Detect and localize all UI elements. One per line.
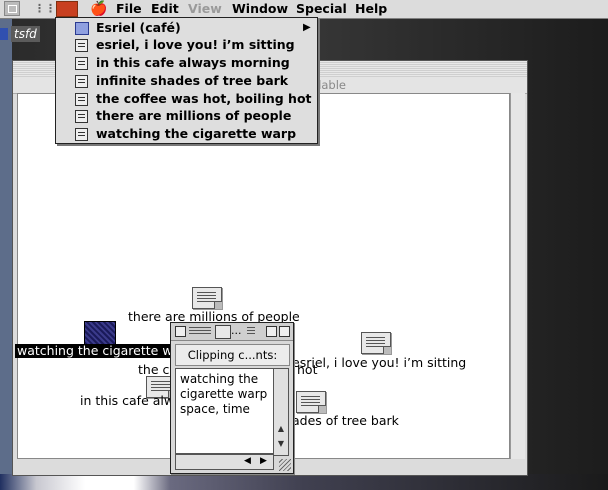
clipping-icon[interactable] [361,332,391,354]
clipping-label[interactable]: esriel, i love you! i’m sitting [292,356,466,370]
clipping-label[interactable]: ades of tree bark [292,414,399,428]
menu-item-label: the coffee was hot, boiling hot [96,91,312,106]
clipping-icon [75,110,88,123]
folder-icon [75,22,89,35]
titlebar-grip [247,327,255,336]
menu-item-clipping[interactable]: infinite shades of tree bark [56,72,317,90]
menu-item-clipping[interactable]: watching the cigarette warp [56,125,317,143]
clipping-window-body[interactable]: watching the cigarette warp space, time [175,368,274,454]
menu-item-clipping[interactable]: the coffee was hot, boiling hot [56,90,317,108]
close-box-icon[interactable] [175,326,186,337]
clipping-window: ... Clipping c...nts: text watching the … [170,322,294,474]
control-strip-icon[interactable]: ⋮⋮ [34,2,56,16]
clipping-icon [215,325,231,339]
submenu-arrow-icon: ▶ [303,22,311,33]
application-switcher-icon[interactable] [4,1,20,16]
clipping-label-selected[interactable]: watching the cigarette wa [15,344,183,358]
menu-item-label: esriel, i love you! i’m sitting [96,37,295,52]
disk-label[interactable]: tsfd [11,26,40,42]
clipping-window-hscroll[interactable]: ◀ ▶ [175,454,274,470]
clippings-dropdown-menu: Esriel (café) ▶ esriel, i love you! i’m … [55,17,318,144]
resize-grip-icon[interactable] [279,459,291,471]
clipping-text[interactable]: watching the cigarette warp space, time [176,369,273,420]
menu-item-label: infinite shades of tree bark [96,73,289,88]
scroll-right-arrow-icon[interactable]: ▶ [260,456,267,466]
menu-view[interactable]: View [188,2,222,16]
menu-file[interactable]: File [116,2,142,16]
clipping-window-vscroll[interactable]: ▲ ▼ [273,368,289,456]
desktop-left-strip [0,19,12,474]
menu-item-label: in this cafe always morning [96,55,290,70]
apple-icon[interactable]: 🍎 [90,2,107,16]
menu-item-label: Esriel (café) [96,20,181,35]
menu-help[interactable]: Help [355,2,387,16]
collapse-box-icon[interactable] [279,326,290,337]
menu-item-label: watching the cigarette warp [96,126,297,141]
scroll-up-arrow-icon[interactable]: ▲ [276,424,286,434]
clipping-icon [75,39,88,52]
clipping-icon-selected[interactable] [84,321,116,345]
titlebar-grip [189,327,211,336]
menu-item-clipping[interactable]: esriel, i love you! i’m sitting [56,36,317,54]
clipping-icon [75,75,88,88]
clipping-window-header: Clipping c...nts: text [175,344,290,382]
clipping-icon [75,128,88,141]
menu-special[interactable]: Special [296,2,347,16]
menu-edit[interactable]: Edit [151,2,179,16]
desktop-bottom-strip [0,474,608,490]
clipping-icon[interactable] [296,391,326,413]
finder-window-scrollbar[interactable] [510,93,525,459]
menu-item-esriel-cafe[interactable]: Esriel (café) ▶ [56,19,317,37]
clipping-label[interactable]: in this cafe alwa [80,394,182,408]
clipping-icon [75,93,88,106]
titlebar-ellipsis: ... [231,324,242,337]
menu-window[interactable]: Window [232,2,288,16]
zoom-box-icon[interactable] [266,326,277,337]
menu-item-clipping[interactable]: there are millions of people [56,107,317,125]
clipping-icon[interactable] [192,287,222,309]
menu-item-label: there are millions of people [96,108,292,123]
clipping-icon [75,57,88,70]
clippings-menu-icon[interactable] [56,1,78,17]
menu-item-clipping[interactable]: in this cafe always morning [56,54,317,72]
scroll-left-arrow-icon[interactable]: ◀ [244,456,251,466]
clipping-window-titlebar[interactable]: ... [171,323,293,341]
status-text: ilable [315,78,347,92]
disk-icon[interactable] [0,28,8,40]
scroll-down-arrow-icon[interactable]: ▼ [276,439,286,449]
